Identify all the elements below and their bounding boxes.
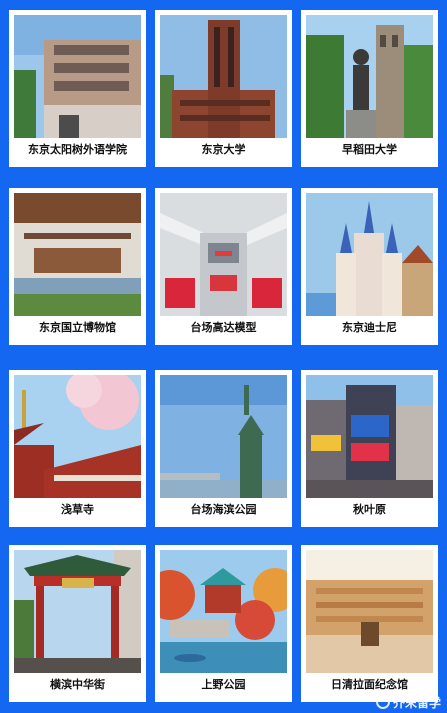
photo-tokyo-university xyxy=(160,15,287,138)
card-waseda-university[interactable]: 早稻田大学 xyxy=(301,10,438,167)
card-akihabara[interactable]: 秋叶原 xyxy=(301,370,438,527)
photo-waseda-university xyxy=(306,15,433,138)
card-tokyo-disney[interactable]: 东京迪士尼 xyxy=(301,188,438,345)
photo-tokyo-national-museum xyxy=(14,193,141,316)
watermark-text: 芥末留学 xyxy=(392,695,441,710)
photo-odaiba-gundam xyxy=(160,193,287,316)
card-tokyo-university[interactable]: 东京大学 xyxy=(155,10,292,167)
photo-yokohama-chinatown xyxy=(14,550,141,673)
attraction-grid: 东京太阳树外语学院 东京大学 早稻田大学 东京国立博物馆 台场高达模型 东京迪士… xyxy=(0,0,447,713)
watermark-logo-icon xyxy=(375,695,390,709)
photo-tokyo-taiyoju xyxy=(14,15,141,138)
card-label: 东京迪士尼 xyxy=(342,321,397,334)
card-label: 东京大学 xyxy=(201,143,246,156)
photo-tokyo-disney xyxy=(306,193,433,316)
card-label: 台场海滨公园 xyxy=(190,503,257,516)
card-label: 东京太阳树外语学院 xyxy=(28,143,127,156)
card-label: 东京国立博物馆 xyxy=(39,321,116,334)
card-label: 秋叶原 xyxy=(353,503,386,516)
card-odaiba-gundam[interactable]: 台场高达模型 xyxy=(155,188,292,345)
photo-odaiba-seaside-park xyxy=(160,375,287,498)
photo-akihabara xyxy=(306,375,433,498)
photo-sensoji xyxy=(14,375,141,498)
card-nissin-ramen-museum[interactable]: 日清拉面纪念馆 xyxy=(301,545,438,702)
card-tokyo-taiyoju[interactable]: 东京太阳树外语学院 xyxy=(9,10,146,167)
card-ueno-park[interactable]: 上野公园 xyxy=(155,545,292,702)
watermark: 芥末留学 xyxy=(375,694,441,710)
card-odaiba-seaside-park[interactable]: 台场海滨公园 xyxy=(155,370,292,527)
card-tokyo-national-museum[interactable]: 东京国立博物馆 xyxy=(9,188,146,345)
card-label: 早稻田大学 xyxy=(342,143,397,156)
card-label: 上野公园 xyxy=(201,678,246,691)
photo-nissin-ramen-museum xyxy=(306,550,433,673)
card-label: 浅草寺 xyxy=(61,503,94,516)
card-yokohama-chinatown[interactable]: 横滨中华街 xyxy=(9,545,146,702)
card-label: 横滨中华街 xyxy=(50,678,105,691)
card-sensoji[interactable]: 浅草寺 xyxy=(9,370,146,527)
card-label: 台场高达模型 xyxy=(190,321,257,334)
photo-ueno-park xyxy=(160,550,287,673)
